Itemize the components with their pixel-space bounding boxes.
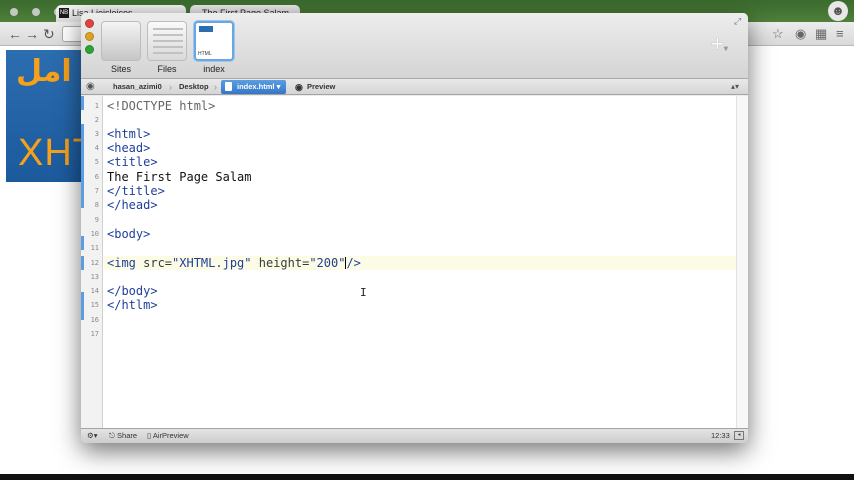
image-latin-text: XHT [18, 132, 82, 174]
path-bar: ◉ hasan_azimi0 › Desktop › index.html ▾ … [81, 79, 748, 95]
index-tab-button[interactable]: HTML [194, 21, 234, 61]
line-number: 7 [94, 187, 99, 195]
path-item-file-label: index.html [237, 82, 275, 91]
forward-icon[interactable]: → [25, 26, 39, 42]
menu-icon[interactable]: ≡ [836, 26, 844, 42]
code-line: <!DOCTYPE html> [107, 99, 216, 113]
line-number: 2 [94, 116, 99, 124]
share-button[interactable]: ⎋ Share [109, 429, 137, 443]
line-number: 16 [90, 316, 99, 324]
line-number: 14 [90, 287, 99, 295]
chevron-down-icon: ▾ [276, 82, 281, 91]
line-number: 5 [94, 158, 99, 166]
collapse-icon[interactable]: ◂ [734, 431, 744, 440]
apps-icon[interactable]: ▦ [815, 26, 827, 42]
share-label: Share [117, 431, 138, 440]
gear-icon[interactable]: ⚙▾ [87, 429, 98, 443]
eye-icon: ◉ [295, 82, 303, 92]
code-token-attr: src= [143, 256, 173, 270]
path-separator-icon: › [214, 82, 217, 92]
document-icon [225, 82, 232, 91]
browser-window-controls[interactable] [10, 8, 62, 16]
extension-icon[interactable]: ◉ [795, 26, 806, 42]
coda-window-controls [85, 19, 94, 54]
coda-toolbar: Sites Files HTML index +▾ ⤢ [81, 13, 748, 79]
reload-icon[interactable]: ↻ [43, 26, 55, 42]
line-number: 8 [94, 201, 99, 209]
xhtml-image: امل XHT [6, 50, 82, 182]
airpreview-label: AirPreview [152, 431, 189, 440]
code-line: </title> [107, 184, 165, 198]
line-number: 1 [94, 102, 99, 110]
line-number: 3 [94, 130, 99, 138]
ibeam-cursor-icon: I [360, 286, 367, 299]
line-number-gutter: 1 2 3 4 5 6 7 8 9 10 11 12 13 14 15 16 1… [81, 96, 103, 428]
coda-editor-window: Sites Files HTML index +▾ ⤢ ◉ hasan_azim… [81, 13, 748, 443]
line-number: 9 [94, 216, 99, 224]
fullscreen-icon[interactable]: ⤢ [734, 16, 741, 27]
airpreview-button[interactable]: ▯ AirPreview [147, 429, 189, 443]
pathbar-arrows-icon[interactable]: ▴▾ [731, 80, 739, 94]
status-bar: ⚙▾ ⎋ Share ▯ AirPreview 12:33 ◂ [81, 428, 748, 443]
line-number: 15 [90, 301, 99, 309]
code-line: The First Page Salam [107, 170, 252, 184]
share-icon: ⎋ [109, 431, 118, 440]
line-number: 17 [90, 330, 99, 338]
line-number: 10 [90, 230, 99, 238]
code-line: </head> [107, 198, 158, 212]
files-mode-button[interactable] [147, 21, 187, 61]
star-icon[interactable]: ☆ [772, 26, 784, 42]
editor-scrollbar[interactable] [736, 96, 748, 428]
browser-close-button[interactable] [10, 8, 18, 16]
code-line: <title> [107, 155, 158, 169]
code-line-current: <img src="XHTML.jpg" height="200"/> [107, 256, 361, 270]
plus-icon: + [711, 31, 724, 56]
profile-avatar-icon[interactable]: ☻ [828, 1, 848, 21]
code-editor[interactable]: 1 2 3 4 5 6 7 8 9 10 11 12 13 14 15 16 1… [81, 96, 748, 428]
path-separator-icon: › [169, 82, 172, 92]
files-thumbnail [153, 28, 183, 58]
zoom-button[interactable] [85, 45, 94, 54]
add-tab-button[interactable]: +▾ [711, 33, 728, 60]
path-item-desktop[interactable]: Desktop [175, 80, 209, 94]
chevron-down-icon: ▾ [723, 44, 728, 53]
index-label: index [203, 64, 225, 74]
index-thumbnail [199, 26, 213, 32]
code-token-string: "200" [309, 256, 346, 270]
path-item-file[interactable]: index.html ▾ [221, 80, 287, 94]
cursor-position: 12:33 [711, 431, 730, 440]
code-line: <html> [107, 127, 151, 141]
code-line: </htlm> [107, 298, 158, 312]
back-icon[interactable]: ← [8, 26, 22, 42]
line-number: 4 [94, 144, 99, 152]
page-bottom-edge [0, 474, 854, 480]
browser-minimize-button[interactable] [32, 8, 40, 16]
preview-tab[interactable]: ◉ Preview [293, 80, 335, 94]
line-number: 13 [90, 273, 99, 281]
code-token-string: "XHTML.jpg" [172, 256, 252, 270]
minimize-button[interactable] [85, 32, 94, 41]
code-line: <body> [107, 227, 151, 241]
code-line: </body> [107, 284, 158, 298]
image-arabic-text: امل [16, 54, 72, 89]
close-button[interactable] [85, 19, 94, 28]
sites-mode-button[interactable] [101, 21, 141, 61]
line-number: 11 [90, 244, 99, 252]
code-token-attr: height= [251, 256, 310, 270]
preview-label: Preview [307, 82, 336, 91]
code-line: <head> [107, 141, 151, 155]
favicon-icon: NB [59, 8, 69, 18]
line-number: 6 [94, 173, 99, 181]
path-item-user[interactable]: hasan_azimi0 [109, 80, 162, 94]
index-thumbnail-label: HTML [198, 51, 212, 57]
line-number: 12 [90, 259, 99, 267]
eye-icon[interactable]: ◉ [86, 80, 95, 94]
code-token-tag: /> [346, 256, 361, 270]
code-token-tag: <img [107, 256, 144, 270]
